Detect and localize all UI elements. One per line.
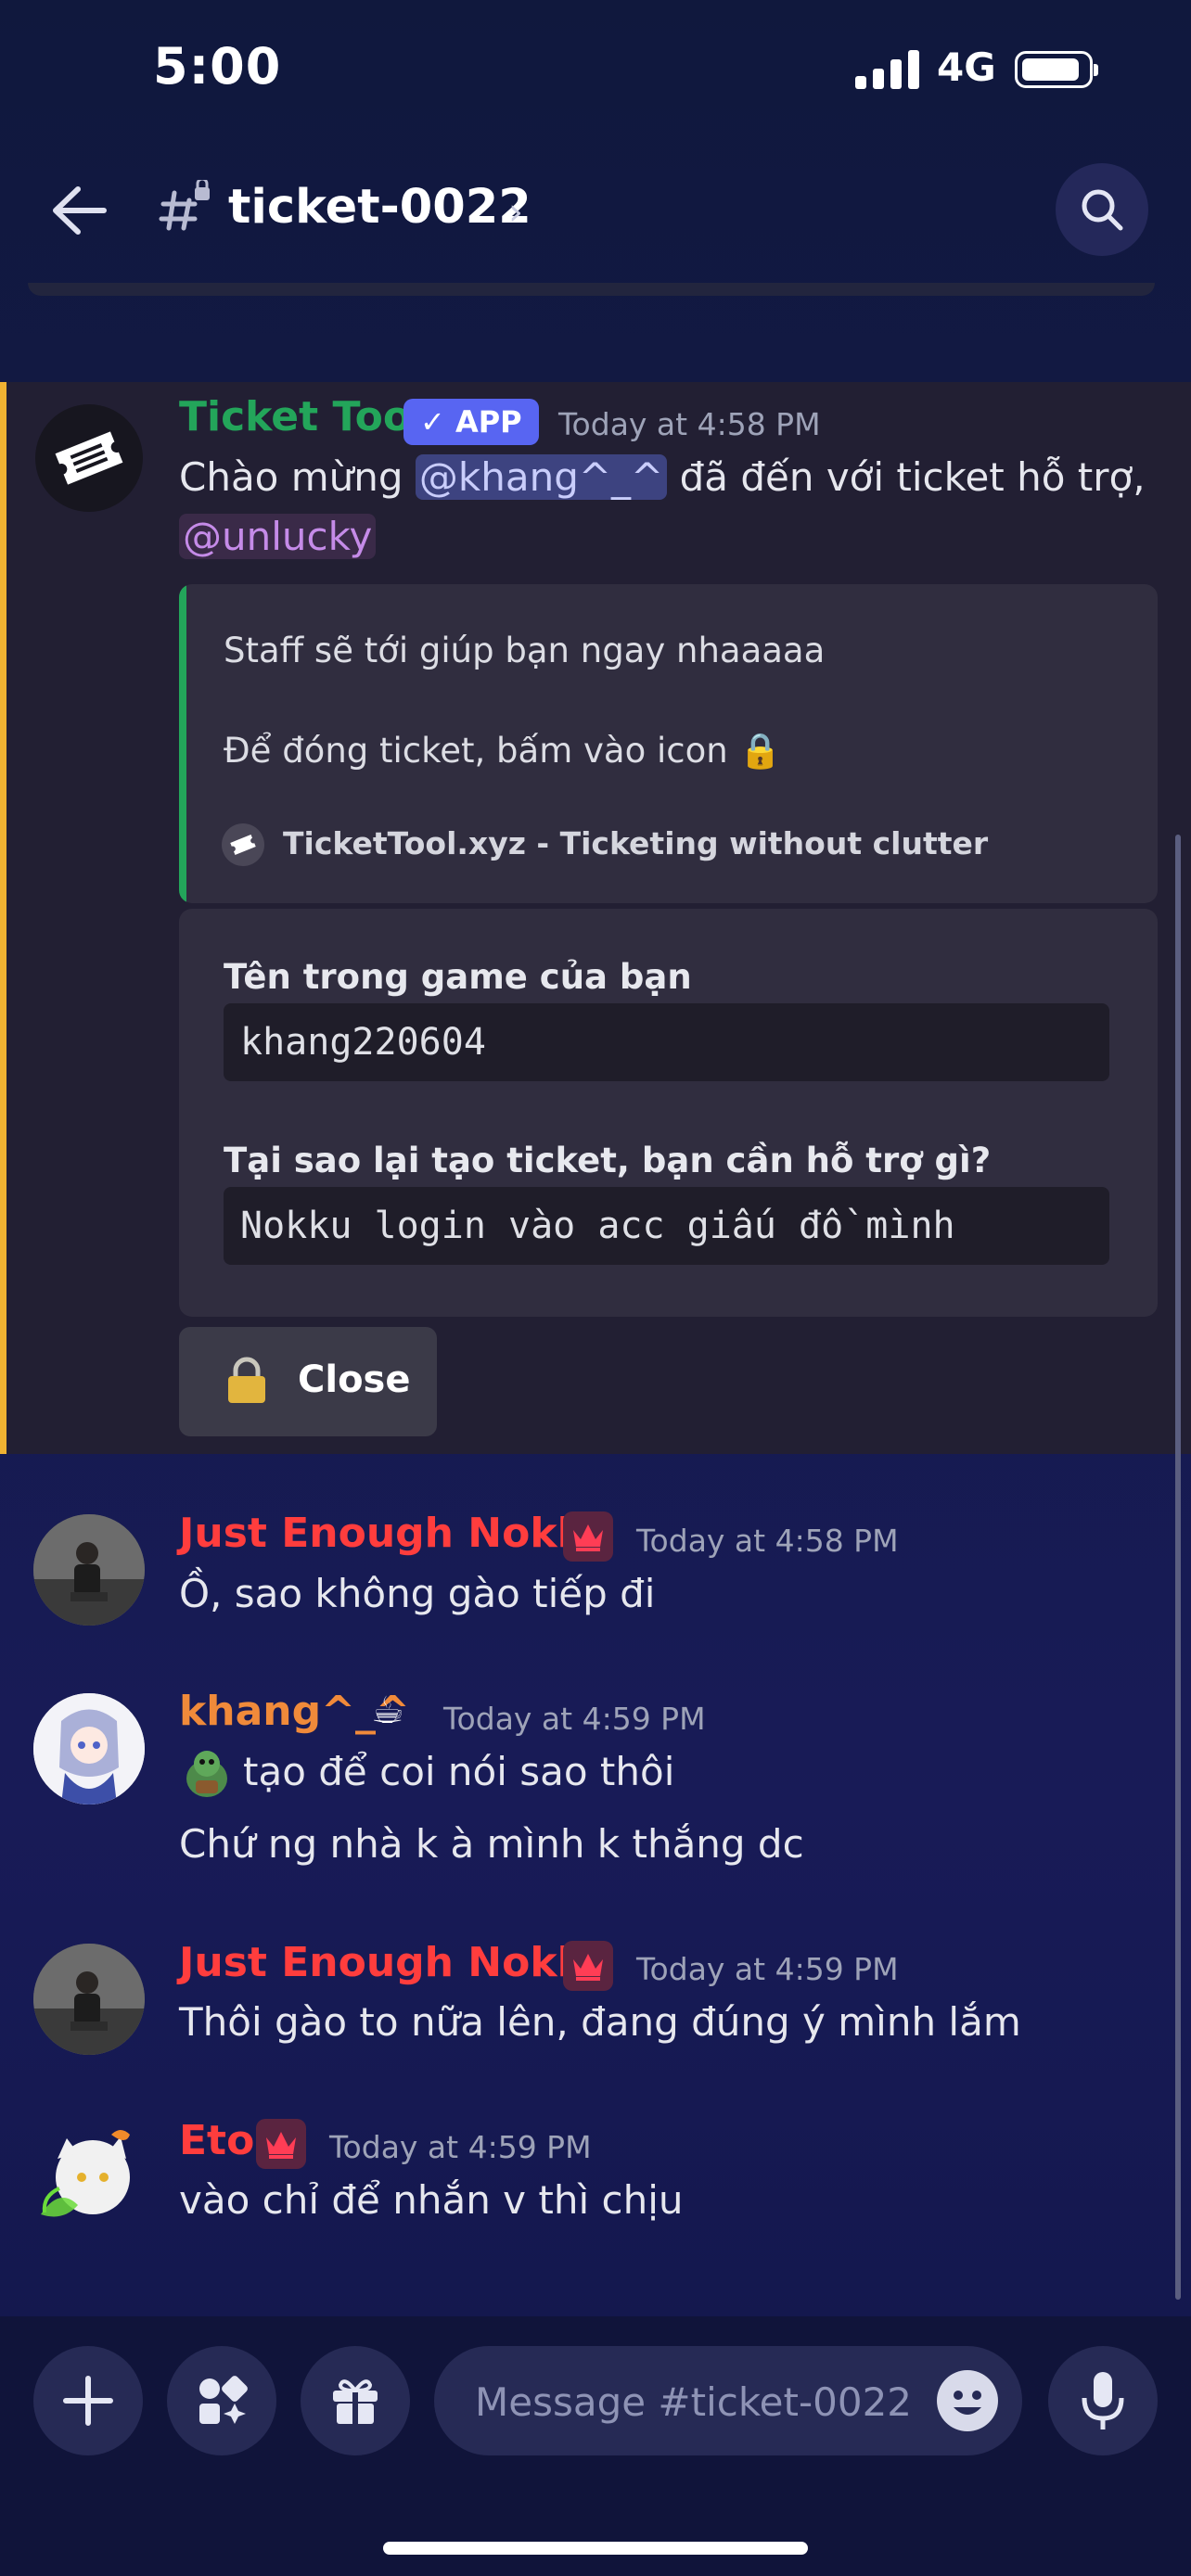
emoji-icon	[954, 2391, 981, 2415]
user-mention[interactable]: @khang^_^	[415, 454, 668, 500]
avatar-eto[interactable]	[33, 2122, 145, 2233]
lock-icon	[228, 1357, 265, 1403]
text-suffix: đã đến với ticket hỗ trợ,	[667, 454, 1146, 500]
home-indicator[interactable]	[383, 2542, 808, 2555]
message-author[interactable]: Eto	[179, 2117, 254, 2164]
close-button-label: Close	[298, 1358, 411, 1401]
status-time: 5:00	[153, 37, 282, 96]
signal-icon	[855, 48, 919, 89]
chevron-right-icon[interactable]: ›	[508, 191, 523, 234]
info-embed: Staff sẽ tới giúp bạn ngay nhaaaaa Để đó…	[179, 584, 1158, 903]
apps-button[interactable]	[167, 2346, 276, 2455]
bot-author-name[interactable]: Ticket Tool	[179, 393, 425, 440]
embed-line2: Để đóng ticket, bấm vào icon 🔒	[224, 731, 782, 771]
message-composer[interactable]	[434, 2346, 1022, 2457]
bot-message-line2: @unlucky	[179, 514, 377, 559]
ticket-tool-avatar[interactable]	[35, 404, 143, 512]
avatar-khang[interactable]	[33, 1693, 145, 1804]
field-label-reason: Tại sao lại tạo ticket, bạn cần hỗ trợ g…	[224, 1141, 992, 1180]
crown-icon	[256, 2119, 306, 2169]
channel-header: ticket-0022 ›	[0, 139, 1191, 283]
search-icon	[1082, 189, 1123, 231]
message-timestamp: Today at 4:59 PM	[443, 1701, 706, 1737]
message-text: Thôi gào to nữa lên, đang đúng ý mình lắ…	[179, 1999, 1021, 2045]
crown-icon	[563, 1511, 613, 1562]
back-arrow-icon[interactable]	[46, 178, 111, 243]
bot-message-highlighted: Ticket Tool ✓ APP Today at 4:58 PM Chào …	[0, 382, 1191, 1454]
message-input[interactable]	[473, 2346, 922, 2457]
dinosaur-emoji-icon	[186, 1751, 227, 1797]
close-ticket-button[interactable]: Close	[179, 1327, 437, 1436]
ticket-icon	[55, 431, 123, 485]
role-mention[interactable]: @unlucky	[179, 514, 377, 559]
battery-icon	[1015, 51, 1098, 88]
bot-timestamp: Today at 4:58 PM	[558, 406, 821, 442]
message-timestamp: Today at 4:58 PM	[636, 1523, 899, 1559]
embed-line1: Staff sẽ tới giúp bạn ngay nhaaaaa	[224, 631, 826, 670]
gift-button[interactable]	[301, 2346, 410, 2455]
channel-title[interactable]: ticket-0022	[228, 180, 531, 235]
field-value-reason: Nokku login vào acc giấu đồ mình	[224, 1187, 1109, 1265]
emoji-button[interactable]	[937, 2370, 998, 2431]
bot-message-text: Chào mừng @khang^_^ đã đến với ticket hỗ…	[179, 454, 1146, 500]
crown-icon	[563, 1941, 613, 1991]
message-timestamp: Today at 4:59 PM	[636, 1951, 899, 1987]
discord-app: 5:00 4G ticket-0022 › Ticket Tool ✓ APP …	[0, 0, 1191, 2576]
message-author[interactable]: Just Enough Nokku	[179, 1939, 613, 1986]
coffee-emoji: ☕	[371, 1690, 404, 1732]
avatar-just-enough-nokku[interactable]	[33, 1514, 145, 1626]
message-text: tạo để coi nói sao thôi	[243, 1749, 675, 1794]
composer-bar	[0, 2316, 1191, 2576]
message-author[interactable]: Just Enough Nokku	[179, 1510, 613, 1557]
scrollbar[interactable]	[1175, 835, 1181, 2300]
message-text: Chứ ng nhà k à mình k thắng dc	[179, 1821, 804, 1867]
previous-message-edge	[28, 283, 1155, 296]
gift-icon	[333, 2379, 378, 2424]
embed-stripe	[179, 584, 186, 903]
app-badge: ✓ APP	[403, 399, 539, 445]
field-label-ingame-name: Tên trong game của bạn	[224, 957, 692, 997]
network-type: 4G	[937, 45, 996, 90]
message-text: Ồ, sao không gào tiếp đi	[179, 1571, 656, 1616]
add-attachment-button[interactable]	[33, 2346, 143, 2455]
plus-icon	[63, 2376, 113, 2426]
highlight-bar	[0, 382, 6, 1454]
voice-message-button[interactable]	[1048, 2346, 1158, 2455]
apps-icon	[199, 2376, 248, 2424]
message-text: vào chỉ để nhắn v thì chịu	[179, 2177, 684, 2223]
avatar-just-enough-nokku[interactable]	[33, 1944, 145, 2055]
form-embed: Tên trong game của bạn khang220604 Tại s…	[179, 909, 1158, 1317]
search-button[interactable]	[1056, 163, 1148, 256]
thread-hash-icon	[159, 180, 210, 231]
status-bar: 5:00 4G	[0, 0, 1191, 139]
text-prefix: Chào mừng	[179, 454, 416, 500]
microphone-icon	[1082, 2372, 1124, 2429]
field-value-ingame-name: khang220604	[224, 1003, 1109, 1081]
embed-footer: TicketTool.xyz - Ticketing without clutt…	[283, 825, 989, 861]
message-timestamp: Today at 4:59 PM	[329, 2129, 592, 2165]
footer-ticket-icon	[222, 823, 264, 866]
